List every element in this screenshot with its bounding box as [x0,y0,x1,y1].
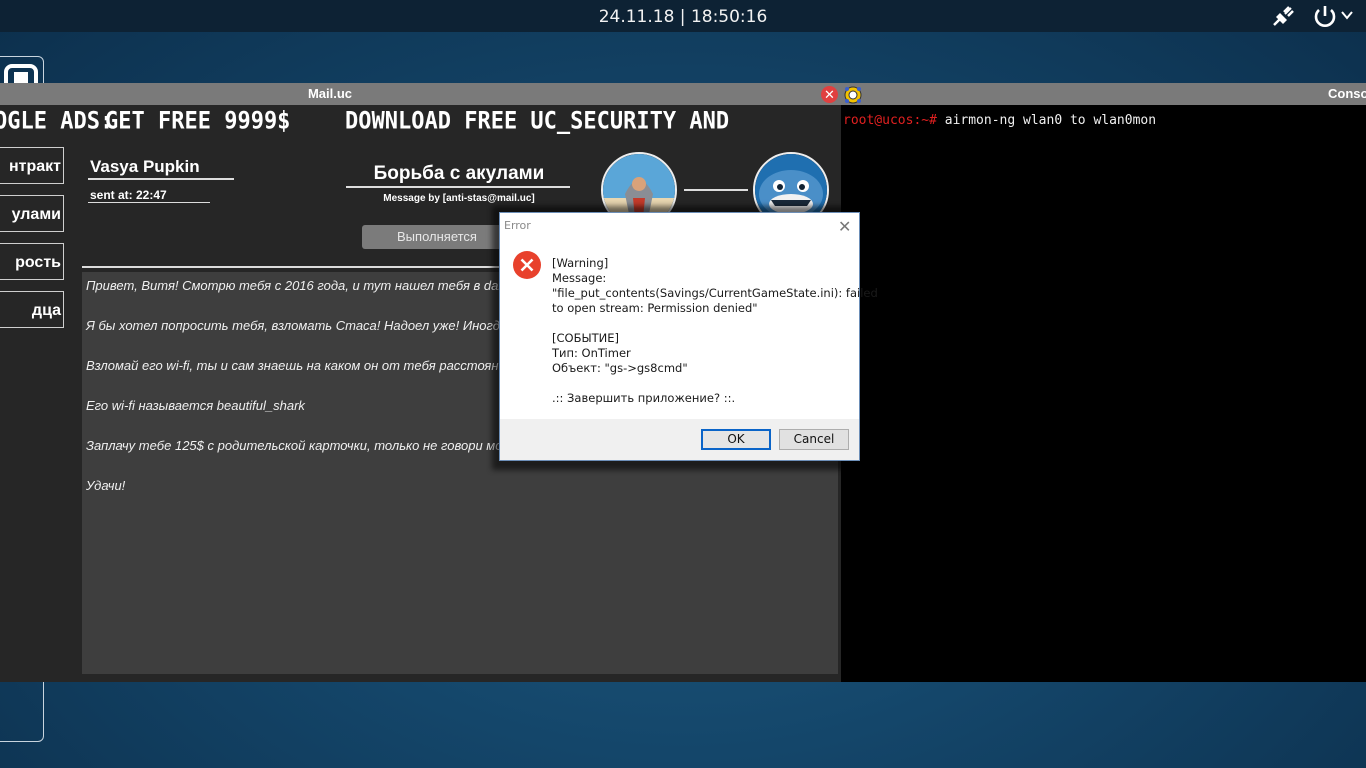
mail-window-title: Mail.uc [307,86,353,101]
dialog-line: Объект: "gs->gs8cmd" [552,361,688,375]
message-subject: Борьба с акулами [373,163,545,184]
console-app-icon[interactable] [843,85,863,105]
nav-sharks-button[interactable]: улами [0,195,64,232]
sender-underline [88,178,234,180]
dialog-line: [Warning] [552,256,609,270]
ad-banner-middle[interactable]: GET FREE 9999$ [105,108,290,136]
console-window-titlebar[interactable]: Conso [841,83,1366,105]
mail-window-titlebar[interactable]: Mail.uc [0,83,841,105]
subject-underline [346,186,570,188]
dialog-message: [Warning] Message: "file_put_contents(Sa… [552,256,878,406]
ad-banner-right[interactable]: DOWNLOAD FREE UC_SECURITY AND [345,108,729,136]
message-paragraph: Его wi-fi называется beautiful_shark [86,398,305,413]
error-icon [512,250,542,284]
dialog-title: Error [504,219,531,232]
nav-contacts-button[interactable]: нтракт [0,147,64,184]
sent-time: sent at: 22:47 [90,188,167,202]
clock: 24.11.18 | 18:50:16 [598,7,768,27]
dialog-line [552,316,852,331]
avatar-connector-line [684,189,748,191]
network-plug-icon[interactable] [1270,4,1298,33]
dialog-line: "file_put_contents(Savings/CurrentGameSt… [552,286,878,300]
ad-banner-left[interactable]: OGLE ADS: [0,108,113,136]
nav-fourth-button[interactable]: дца [0,291,64,328]
message-paragraph: Заплачу тебе 125$ с родительской карточк… [86,438,517,453]
message-paragraph: Взломай его wi-fi, ты и сам знаешь на ка… [86,358,517,373]
sent-underline [88,202,210,203]
dialog-line: Тип: OnTimer [552,346,631,360]
dialog-line: to open stream: Permission denied" [552,301,758,315]
dialog-line: [СОБЫТИЕ] [552,331,619,345]
terminal-command: airmon-ng wlan0 to wlan0mon [936,113,1157,128]
dialog-line: .:: Завершить приложение? ::. [552,391,736,405]
dialog-line: Message: [552,271,607,285]
ok-button[interactable]: OK [701,429,771,450]
console-window-title: Conso [1328,86,1366,101]
message-paragraph: Удачи! [86,478,126,493]
message-paragraph: Я бы хотел попросить тебя, взломать Стас… [86,318,518,333]
message-paragraph: Привет, Витя! Смотрю тебя с 2016 года, и… [86,278,517,293]
dialog-close-button[interactable]: ✕ [838,217,851,236]
top-panel: 24.11.18 | 18:50:16 [0,0,1366,32]
message-by: Message by [anti-stas@mail.uc] [383,193,535,204]
dialog-line [552,376,852,391]
terminal-prompt: root@ucos:~# [843,113,937,128]
mail-close-button[interactable]: ✕ [821,86,838,103]
console-terminal[interactable]: root@ucos:~# airmon-ng wlan0 to wlan0mon [841,105,1366,682]
error-dialog: Error ✕ [Warning] Message: "file_put_con… [499,212,878,461]
power-icon[interactable] [1312,4,1338,33]
cancel-button[interactable]: Cancel [779,429,849,450]
sender-name: Vasya Pupkin [90,157,200,176]
terminal-line: root@ucos:~# airmon-ng wlan0 to wlan0mon [843,113,1156,128]
executing-button[interactable]: Выполняется [362,225,512,249]
nav-speed-button[interactable]: рость [0,243,64,280]
chevron-down-icon[interactable] [1340,8,1354,27]
